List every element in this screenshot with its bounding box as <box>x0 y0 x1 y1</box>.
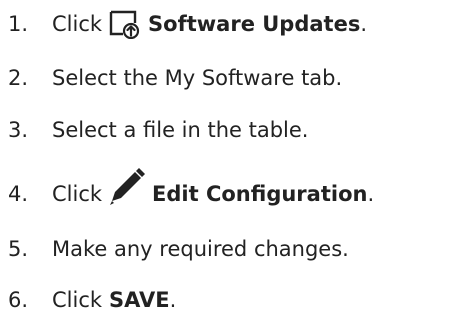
step-5: 5. Make any required changes. <box>8 233 349 265</box>
step-number: 3. <box>8 118 29 142</box>
step-number: 2. <box>8 66 29 90</box>
save-label: SAVE <box>109 288 170 312</box>
step-text: Select a file in the table. <box>52 118 309 142</box>
step-4: 4. Click Edit Configuration . <box>8 168 375 216</box>
step-6: 6. Click SAVE . <box>8 284 176 316</box>
step-suffix: . <box>169 288 177 312</box>
step-suffix: . <box>360 12 368 36</box>
step-number: 4. <box>8 182 29 206</box>
edit-configuration-label: Edit Configuration <box>152 182 368 206</box>
step-text: Make any required changes. <box>52 237 349 261</box>
step-prefix: Click <box>52 12 103 36</box>
step-prefix: Click <box>52 288 103 312</box>
pencil-edit-icon <box>108 167 146 207</box>
step-number: 6. <box>8 288 29 312</box>
software-updates-label: Software Updates <box>148 12 361 36</box>
step-number: 1. <box>8 12 29 36</box>
step-text: Select the My Software tab. <box>52 66 343 90</box>
software-update-icon <box>108 9 142 39</box>
step-prefix: Click <box>52 182 103 206</box>
step-number: 5. <box>8 237 29 261</box>
step-3: 3. Select a file in the table. <box>8 114 308 146</box>
step-2: 2. Select the My Software tab. <box>8 62 342 94</box>
step-1: 1. Click Software Updates . <box>8 8 367 40</box>
step-suffix: . <box>367 182 375 206</box>
